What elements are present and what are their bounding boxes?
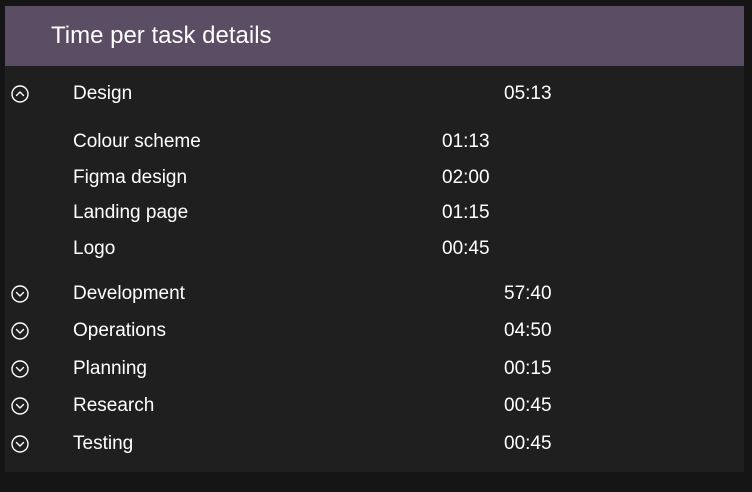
task-name: Testing	[73, 433, 134, 454]
subtask-time: 02:00	[442, 167, 490, 188]
chevron-down-circle-icon[interactable]	[10, 284, 30, 304]
time-per-task-panel: Time per task details Design 05:13 Colou…	[5, 6, 744, 472]
task-row-research[interactable]: Research 00:45	[5, 388, 744, 422]
chevron-down-circle-icon[interactable]	[10, 359, 30, 379]
chevron-down-circle-icon[interactable]	[10, 396, 30, 416]
subtask-name: Landing page	[73, 202, 189, 223]
task-row-design[interactable]: Design 05:13	[5, 76, 744, 110]
subtask-time: 01:13	[442, 131, 490, 152]
task-name: Operations	[73, 320, 166, 341]
task-row-operations[interactable]: Operations 04:50	[5, 313, 744, 347]
subtask-row-landing-page: Landing page 01:15	[5, 195, 744, 229]
task-name: Research	[73, 395, 155, 416]
task-time: 05:13	[504, 83, 552, 104]
subtask-name: Figma design	[73, 167, 188, 188]
task-row-planning[interactable]: Planning 00:15	[5, 351, 744, 385]
task-name: Development	[73, 283, 185, 304]
chevron-up-circle-icon[interactable]	[10, 84, 30, 104]
subtask-name: Logo	[73, 238, 116, 259]
task-row-testing[interactable]: Testing 00:45	[5, 426, 744, 460]
task-row-development[interactable]: Development 57:40	[5, 276, 744, 310]
chevron-down-circle-icon[interactable]	[10, 321, 30, 341]
subtask-row-logo: Logo 00:45	[5, 231, 744, 265]
panel-title: Time per task details	[51, 22, 272, 49]
task-time: 00:45	[504, 433, 552, 454]
subtask-time: 01:15	[442, 202, 490, 223]
task-time: 00:45	[504, 395, 552, 416]
task-name: Planning	[73, 358, 147, 379]
task-time: 57:40	[504, 283, 552, 304]
subtask-row-colour-scheme: Colour scheme 01:13	[5, 124, 744, 158]
chevron-down-circle-icon[interactable]	[10, 434, 30, 454]
subtask-time: 00:45	[442, 238, 490, 259]
task-time: 00:15	[504, 358, 552, 379]
task-time: 04:50	[504, 320, 552, 341]
panel-header: Time per task details	[5, 6, 744, 66]
subtask-row-figma-design: Figma design 02:00	[5, 160, 744, 194]
subtask-name: Colour scheme	[73, 131, 201, 152]
task-name: Design	[73, 83, 133, 104]
